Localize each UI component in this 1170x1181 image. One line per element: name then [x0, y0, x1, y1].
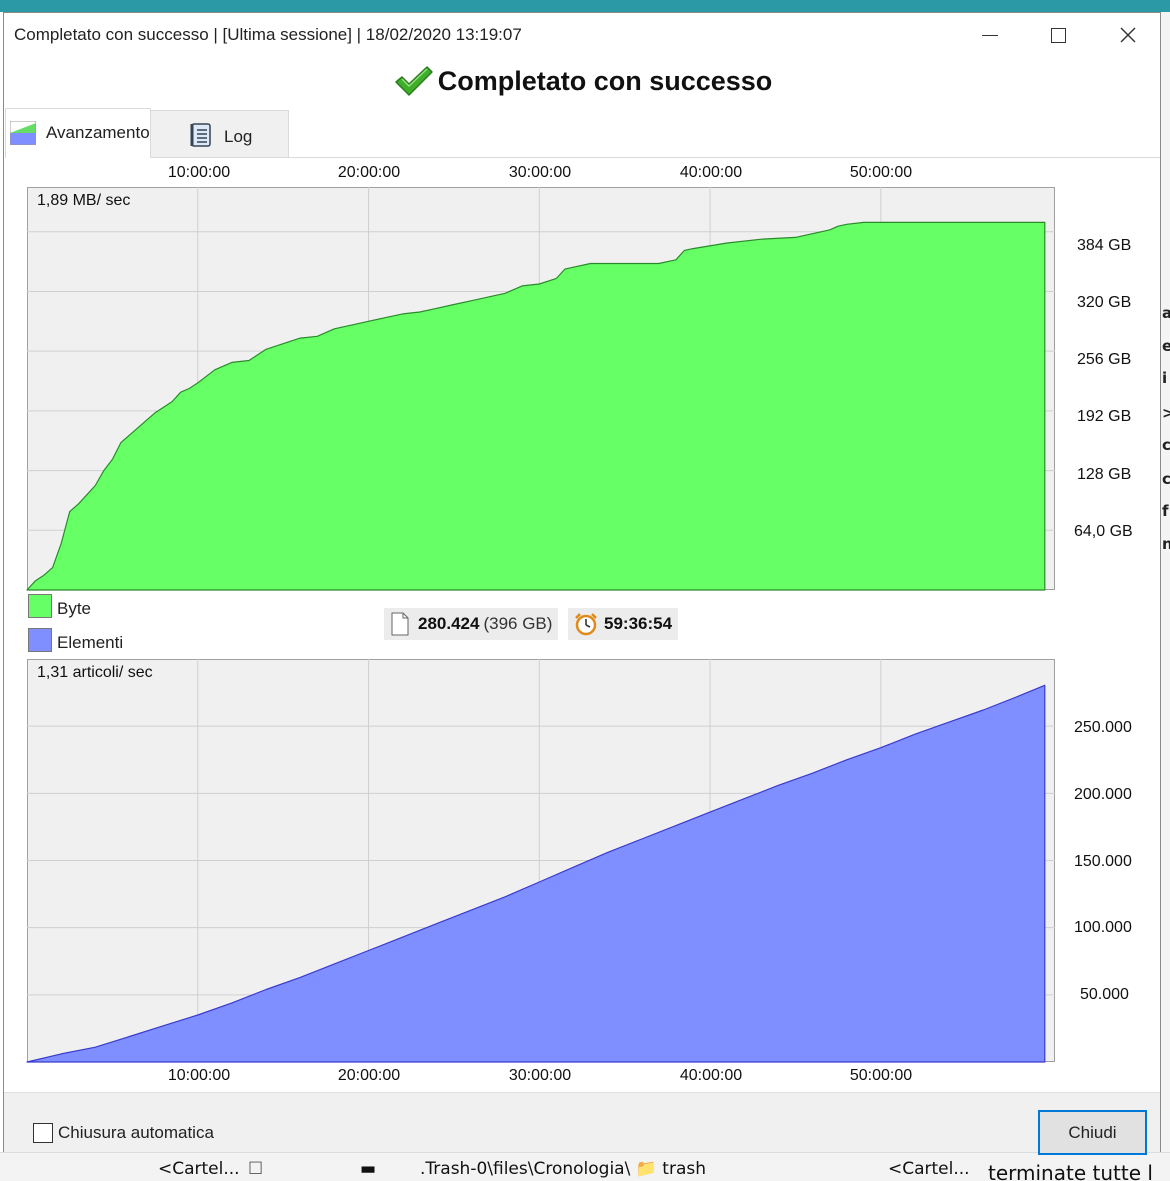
maximize-icon [1050, 27, 1066, 43]
chart-icon [10, 121, 36, 145]
bytes-y-tick: 256 GB [1077, 351, 1132, 368]
minimize-button[interactable] [956, 13, 1024, 57]
progress-panel: 10:00:00 20:00:00 30:00:00 40:00:00 50:0… [5, 157, 1160, 1091]
log-icon [190, 123, 211, 147]
x-tick-top: 40:00:00 [679, 164, 743, 181]
x-tick-top: 20:00:00 [337, 164, 401, 181]
x-tick-bottom: 30:00:00 [508, 1067, 572, 1084]
x-tick-top: 10:00:00 [167, 164, 231, 181]
background-window-edge: a e i > c c f n [1161, 12, 1170, 1181]
x-tick-top: 50:00:00 [849, 164, 913, 181]
file-icon [391, 612, 409, 636]
tab-progress-label: Avanzamento [46, 123, 150, 142]
x-tick-bottom: 10:00:00 [167, 1067, 231, 1084]
title-bar: Completato con successo | [Ultima sessio… [4, 13, 1160, 57]
close-window-button[interactable] [1094, 13, 1162, 57]
duration-summary: 59:36:54 [568, 608, 679, 640]
duration-value: 59:36:54 [604, 614, 673, 633]
bytes-rate-label: 1,89 MB/ sec [37, 192, 131, 209]
items-summary: 280.424 (396 GB) [384, 608, 559, 640]
tab-log-label: Log [224, 127, 253, 146]
items-y-tick: 250.000 [1074, 719, 1132, 736]
items-rate-label: 1,31 articoli/ sec [37, 664, 153, 681]
items-y-tick: 200.000 [1074, 786, 1132, 803]
items-y-tick: 100.000 [1074, 919, 1132, 936]
maximize-button[interactable] [1024, 13, 1092, 57]
bytes-y-tick: 384 GB [1077, 237, 1132, 254]
bytes-y-tick: 64,0 GB [1074, 523, 1133, 540]
x-tick-bottom: 20:00:00 [337, 1067, 401, 1084]
items-size: (396 GB) [483, 614, 553, 633]
tab-log[interactable]: Log [150, 110, 289, 157]
legend-items-swatch [28, 628, 52, 652]
checkmark-icon [394, 66, 433, 96]
alarm-clock-icon [575, 613, 597, 636]
items-y-tick: 150.000 [1074, 853, 1132, 870]
status-heading: Completato con successo [4, 65, 1162, 97]
tab-progress[interactable]: Avanzamento [5, 108, 151, 158]
bytes-y-tick: 320 GB [1077, 294, 1132, 311]
close-button[interactable]: Chiudi [1038, 1110, 1147, 1155]
x-tick-bottom: 40:00:00 [679, 1067, 743, 1084]
background-taskbar-strip: <Cartel... ☐ ▬ .Trash-0\files\Cronologia… [0, 1152, 1170, 1181]
legend-items-label: Elementi [57, 633, 124, 652]
items-count: 280.424 [418, 614, 480, 633]
legend-bytes-label: Byte [57, 599, 92, 618]
x-tick-top: 30:00:00 [508, 164, 572, 181]
close-icon [1120, 27, 1136, 43]
status-title: Completato con successo [437, 65, 773, 96]
minimize-icon [982, 34, 998, 36]
auto-close-label: Chiusura automatica [58, 1123, 214, 1142]
items-chart [26, 659, 1055, 1063]
legend-bytes-swatch [28, 594, 52, 618]
auto-close-checkbox[interactable] [33, 1123, 53, 1143]
items-y-tick: 50.000 [1080, 986, 1129, 1003]
bytes-chart [26, 187, 1055, 591]
x-tick-bottom: 50:00:00 [849, 1067, 913, 1084]
dialog-footer: Chiusura automatica Chiudi [4, 1092, 1160, 1155]
bytes-y-tick: 128 GB [1077, 466, 1132, 483]
result-dialog: Completato con successo | [Ultima sessio… [3, 12, 1162, 1155]
desktop-accent-bar [0, 0, 1170, 12]
bytes-y-tick: 192 GB [1077, 408, 1132, 425]
window-title: Completato con successo | [Ultima sessio… [14, 25, 522, 44]
